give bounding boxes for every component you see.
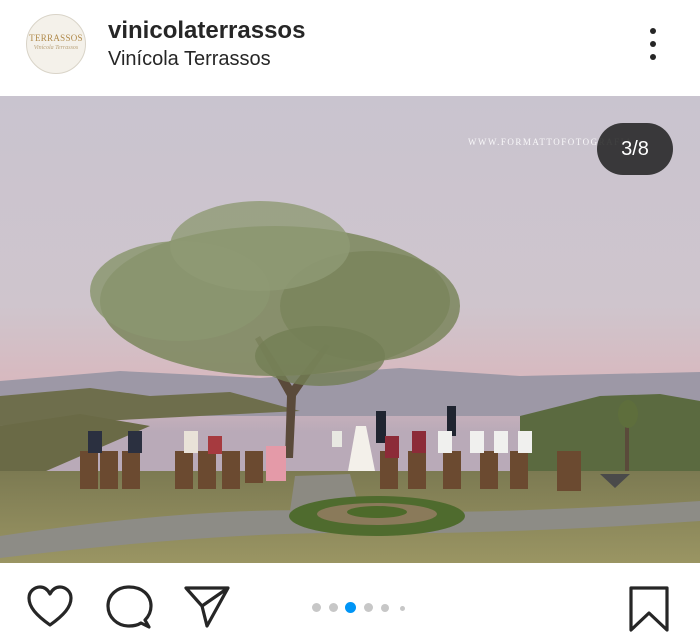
avatar-logo-subtitle: Vinícola Terrassos <box>33 45 79 51</box>
location-link[interactable]: Vinícola Terrassos <box>108 48 271 71</box>
carousel-dot[interactable] <box>364 603 373 612</box>
more-options-icon[interactable] <box>642 26 666 62</box>
profile-avatar[interactable]: TERRASSOS Vinícola Terrassos <box>26 14 86 74</box>
carousel-dot[interactable] <box>329 603 338 612</box>
avatar-logo-text: TERRASSOS <box>29 33 83 43</box>
carousel-dot[interactable] <box>400 606 405 611</box>
carousel-dot[interactable] <box>312 603 321 612</box>
heart-icon[interactable] <box>26 585 74 629</box>
paper-plane-icon[interactable] <box>183 585 231 629</box>
bookmark-icon[interactable] <box>628 585 670 633</box>
username-link[interactable]: vinicolaterrassos <box>108 17 305 45</box>
comment-icon[interactable] <box>105 585 153 631</box>
post-header: TERRASSOS Vinícola Terrassos vinicolater… <box>0 0 700 94</box>
post-photo[interactable] <box>0 96 700 563</box>
carousel-dot[interactable] <box>381 604 389 612</box>
post-actions-bar <box>0 565 700 635</box>
media-counter-badge: 3/8 <box>597 123 673 175</box>
carousel-dot-active[interactable] <box>345 602 356 613</box>
